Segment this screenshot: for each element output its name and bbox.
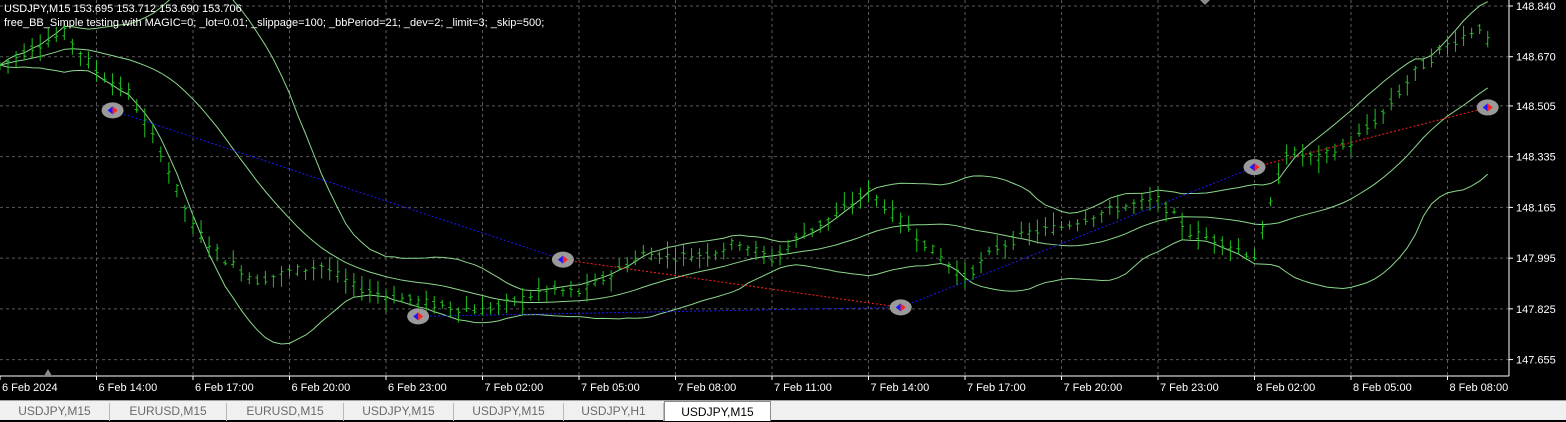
period-separator-icon[interactable] bbox=[44, 369, 52, 376]
time-label: 8 Feb 02:00 bbox=[1257, 382, 1316, 394]
price-label: 147.825 bbox=[1516, 304, 1556, 316]
chart-tab[interactable]: USDJPY,M15 bbox=[0, 403, 110, 421]
time-label: 6 Feb 23:00 bbox=[388, 382, 447, 394]
time-label: 6 Feb 14:00 bbox=[99, 382, 158, 394]
trade-marker[interactable] bbox=[1243, 159, 1266, 176]
chart-tab[interactable]: USDJPY,M15 bbox=[344, 403, 454, 421]
time-label: 7 Feb 08:00 bbox=[678, 382, 737, 394]
trade-marker[interactable] bbox=[1476, 99, 1499, 116]
time-label: 7 Feb 02:00 bbox=[485, 382, 544, 394]
bollinger-bands bbox=[0, 0, 1489, 345]
buy-trade-line bbox=[900, 166, 1255, 308]
price-label: 148.505 bbox=[1516, 101, 1556, 113]
buy-trade-line bbox=[112, 109, 564, 261]
time-label: 7 Feb 14:00 bbox=[871, 382, 930, 394]
price-chart[interactable]: 148.840 148.670 148.505 148.335 148.165 147.9… bbox=[0, 0, 1566, 400]
price-label: 148.165 bbox=[1516, 202, 1556, 214]
time-label: 7 Feb 05:00 bbox=[581, 382, 640, 394]
time-label: 6 Feb 20:00 bbox=[292, 382, 351, 394]
mt4-chart-window[interactable]: 148.840 148.670 148.505 148.335 148.165 147.9… bbox=[0, 0, 1566, 421]
time-label: 8 Feb 05:00 bbox=[1353, 382, 1412, 394]
price-label: 147.995 bbox=[1516, 253, 1556, 265]
time-label: 7 Feb 11:00 bbox=[774, 382, 832, 394]
scroll-marker-icon[interactable] bbox=[1200, 0, 1210, 5]
price-label: 148.670 bbox=[1516, 52, 1556, 64]
chart-tab-bar: USDJPY,M15 EURUSD,M15 EURUSD,M15 USDJPY,M15… bbox=[0, 400, 1566, 421]
time-label: 7 Feb 17:00 bbox=[967, 382, 1026, 394]
trade-lines bbox=[112, 106, 1488, 317]
trade-marker[interactable] bbox=[889, 299, 912, 316]
sell-trade-line bbox=[562, 259, 901, 308]
price-label: 148.335 bbox=[1516, 152, 1556, 164]
chart-tab[interactable]: USDJPY,H1 bbox=[564, 403, 664, 421]
symbol-quote-line: USDJPY,M15 153.695 153.712 153.690 153.7… bbox=[4, 3, 242, 15]
price-label: 147.655 bbox=[1516, 355, 1556, 367]
trade-marker[interactable] bbox=[407, 308, 430, 325]
price-label: 148.840 bbox=[1516, 1, 1556, 13]
chart-tab[interactable]: EURUSD,M15 bbox=[110, 403, 227, 421]
expert-advisor-line: free_BB_Simple testing with MAGIC=0; _lo… bbox=[4, 17, 545, 29]
chart-tab[interactable]: USDJPY,M15 bbox=[664, 401, 771, 421]
trade-marker[interactable] bbox=[551, 251, 574, 268]
time-label: 6 Feb 17:00 bbox=[195, 382, 254, 394]
sell-trade-line bbox=[1254, 106, 1488, 168]
bb-upper-band bbox=[0, 0, 1488, 292]
bb-lower-band bbox=[0, 64, 1489, 345]
ohlc-bars bbox=[0, 21, 1490, 323]
time-label: 6 Feb 2024 bbox=[2, 382, 58, 394]
time-label: 8 Feb 08:00 bbox=[1450, 382, 1509, 394]
chart-tab[interactable]: EURUSD,M15 bbox=[227, 403, 344, 421]
trade-markers bbox=[101, 99, 1499, 325]
trade-marker[interactable] bbox=[101, 102, 124, 119]
time-label: 7 Feb 23:00 bbox=[1160, 382, 1219, 394]
time-label: 7 Feb 20:00 bbox=[1064, 382, 1123, 394]
chart-tab[interactable]: USDJPY,M15 bbox=[454, 403, 564, 421]
chart-axes: 148.840 148.670 148.505 148.335 148.165 147.9… bbox=[0, 0, 1556, 394]
chart-grid bbox=[0, 0, 1509, 376]
